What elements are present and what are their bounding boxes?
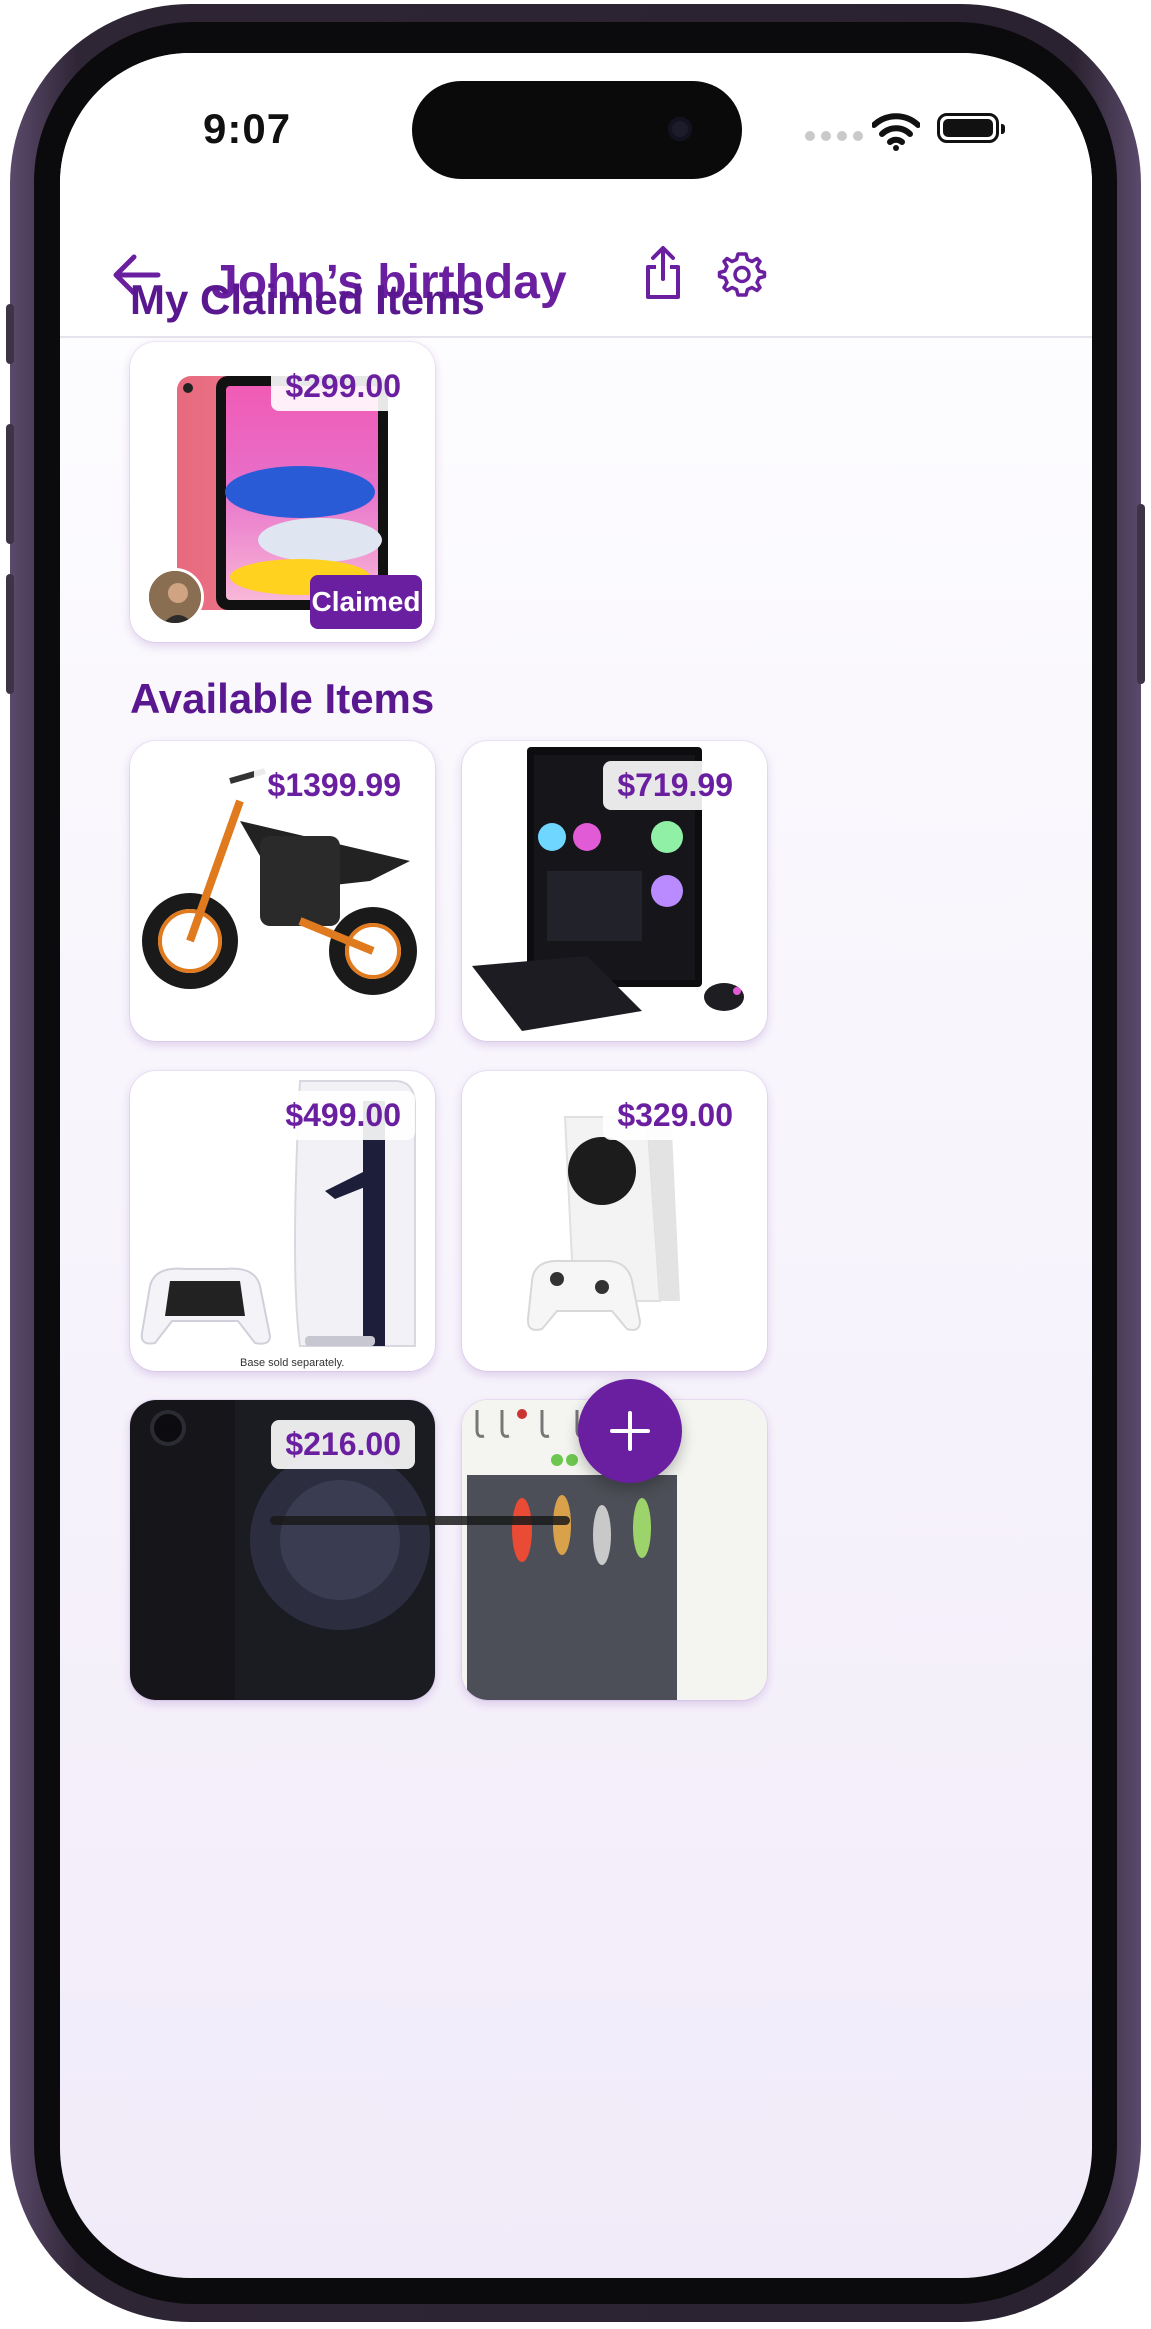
- item-price: $1399.99: [253, 761, 415, 810]
- available-item-card[interactable]: $329.00: [462, 1071, 767, 1371]
- item-price: $719.99: [603, 761, 747, 810]
- avatar: [146, 568, 204, 626]
- available-section-title: Available Items: [130, 675, 435, 722]
- status-bar: 9:07: [60, 53, 1092, 203]
- mute-switch: [6, 304, 14, 364]
- screen: 9:07 John’s birthday My Claimed Items $2…: [60, 53, 1092, 2278]
- item-price: $329.00: [603, 1091, 747, 1140]
- power-button: [1137, 504, 1145, 684]
- available-item-card[interactable]: $216.00: [130, 1400, 435, 1700]
- available-item-card[interactable]: $499.00 Base sold separately.: [130, 1071, 435, 1371]
- available-item-card[interactable]: $719.99: [462, 741, 767, 1041]
- claimed-badge: Claimed: [310, 575, 422, 629]
- gear-icon[interactable]: [717, 249, 767, 299]
- claimed-section-title: My Claimed Items: [130, 276, 485, 323]
- add-item-button[interactable]: [578, 1379, 682, 1483]
- wifi-icon: [872, 113, 920, 151]
- home-indicator[interactable]: [270, 1516, 570, 1525]
- plus-icon: [610, 1411, 650, 1451]
- item-price: $499.00: [271, 1091, 415, 1140]
- claimed-item-card[interactable]: $299.00 Claimed: [130, 342, 435, 642]
- volume-down-button: [6, 574, 14, 694]
- item-price: $299.00: [271, 362, 415, 411]
- item-price: $216.00: [271, 1420, 415, 1469]
- volume-up-button: [6, 424, 14, 544]
- product-note: Base sold separately.: [240, 1357, 345, 1369]
- signal-dots-icon: [805, 131, 863, 141]
- available-item-card[interactable]: $1399.99: [130, 741, 435, 1041]
- battery-icon: [937, 113, 1005, 143]
- share-icon[interactable]: [643, 245, 683, 301]
- status-time: 9:07: [203, 105, 292, 152]
- dynamic-island: [412, 81, 742, 179]
- camera-icon: [668, 117, 692, 141]
